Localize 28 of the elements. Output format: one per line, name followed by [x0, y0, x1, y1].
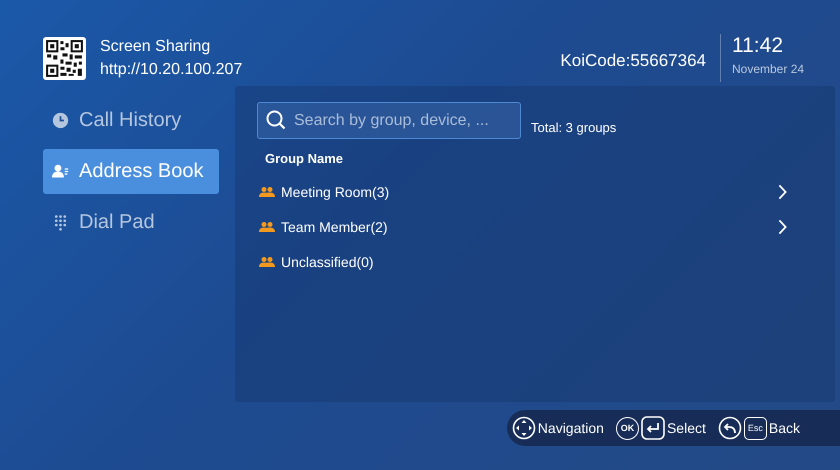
dial-pad-icon: [52, 214, 69, 231]
enter-key-icon: [640, 416, 665, 440]
people-icon: [259, 256, 275, 266]
clock-time: 11:42: [732, 34, 784, 58]
hint-label: Navigation: [538, 420, 604, 436]
url-text: http://10.20.100.207: [100, 60, 242, 80]
koi-code-text: KoiCode:55667364: [560, 51, 706, 71]
esc-key-icon: Esc: [744, 416, 767, 440]
total-count: Total: 3 groups: [531, 120, 616, 137]
date-text: November 24: [732, 62, 806, 76]
search-icon: [266, 110, 286, 130]
group-row[interactable]: Meeting Room(3): [257, 174, 813, 209]
sidebar-item[interactable]: Call History: [43, 98, 219, 143]
people-icon: [259, 186, 275, 196]
screen-sharing-title: Screen Sharing: [100, 37, 212, 57]
group-row[interactable]: Unclassified(0): [257, 244, 813, 279]
hint-label: Back: [768, 420, 800, 436]
column-header: Group Name: [265, 151, 344, 166]
sidebar-item[interactable]: Dial Pad: [43, 200, 219, 245]
hint-label: Select: [666, 420, 706, 436]
clock-icon: [52, 112, 69, 129]
ok-key-icon: OK: [616, 416, 639, 440]
qr-code-icon: [43, 36, 86, 80]
direction-pad-icon: [512, 416, 536, 440]
group-row[interactable]: Team Member(2): [257, 209, 813, 244]
people-icon: [259, 222, 275, 232]
search-field[interactable]: Search by group, device, ...: [257, 102, 521, 139]
contact-list-icon: [52, 163, 69, 180]
